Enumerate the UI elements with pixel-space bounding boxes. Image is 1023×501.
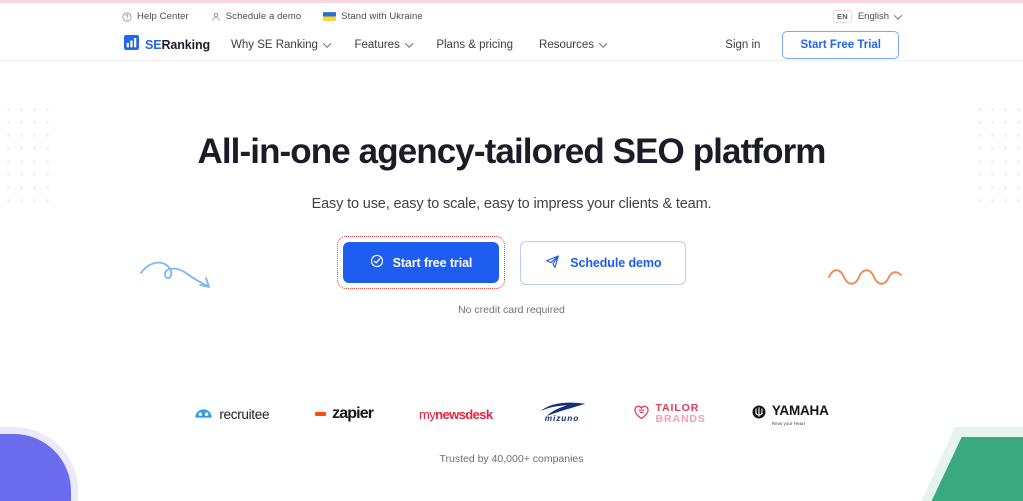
no-credit-card-note: No credit card required <box>458 304 565 316</box>
yamaha-tagline: Revs your Heart <box>771 421 806 427</box>
chevron-down-icon <box>405 39 413 48</box>
bar-chart-icon <box>124 35 139 55</box>
language-label: English <box>857 11 889 22</box>
nav-item-why-se-ranking[interactable]: Why SE Ranking <box>231 39 331 51</box>
utility-link-label: Schedule a demo <box>225 11 302 22</box>
mynewsdesk-text-newsdesk: newsdesk <box>435 406 493 422</box>
person-icon <box>211 12 221 22</box>
utility-link-stand-with-ukraine[interactable]: Stand with Ukraine <box>323 11 423 22</box>
svg-text:mizuno: mizuno <box>544 414 578 423</box>
ukraine-flag-icon <box>323 12 337 21</box>
primary-cta-label: Start free trial <box>392 255 473 270</box>
client-logo-yamaha: YAMAHA Revs your Heart <box>752 401 829 427</box>
language-selector[interactable]: EN English <box>833 10 903 23</box>
primary-cta-focus-ring: Start free trial <box>336 236 506 289</box>
nav-item-label: Plans & pricing <box>436 39 514 51</box>
hero-section: All-in-one agency-tailored SEO platform … <box>0 61 1023 501</box>
decorative-corner-bottom-left <box>0 427 78 501</box>
logo-text-se: SE <box>145 38 162 52</box>
mynewsdesk-wordmark: mynewsdesk <box>419 406 493 422</box>
hero-title: All-in-one agency-tailored SEO platform <box>197 132 826 171</box>
nav-item-label: Features <box>354 39 400 51</box>
hero-cta-row: Start free trial Schedule demo <box>0 236 1023 289</box>
secondary-cta-label: Schedule demo <box>570 255 662 270</box>
utility-links: Help Center Schedule a demo Stand with U… <box>122 11 423 22</box>
recruitee-arch-icon <box>194 405 213 424</box>
zapier-wordmark: zapier <box>332 405 374 422</box>
nav-item-plans-pricing[interactable]: Plans & pricing <box>436 39 513 51</box>
logo-text-ranking: Ranking <box>161 38 211 52</box>
chevron-down-icon <box>893 10 903 20</box>
utility-bar: Help Center Schedule a demo Stand with U… <box>0 3 1023 30</box>
nav-item-resources[interactable]: Resources <box>539 39 608 51</box>
trusted-by-text: Trusted by 40,000+ companies <box>439 453 584 465</box>
nav-actions: Sign in Start Free Trial <box>725 31 899 59</box>
utility-link-label: Stand with Ukraine <box>341 11 423 22</box>
schedule-demo-cta-button[interactable]: Schedule demo <box>520 240 687 285</box>
client-logo-strip: recruitee zapier mynewsdesk mizuno TAILO… <box>0 401 1023 427</box>
nav-item-features[interactable]: Features <box>354 39 413 51</box>
client-logo-tailor-brands: TAILOR BRANDS <box>633 401 706 427</box>
nav-item-label: Why SE Ranking <box>231 39 318 51</box>
zapier-dash-icon <box>315 412 327 416</box>
mizuno-bird-wordmark-icon: mizuno <box>539 400 587 429</box>
yamaha-wordmark: YAMAHA <box>771 402 829 418</box>
main-navigation-bar: SERanking Why SE Ranking Features Plans … <box>0 30 1023 61</box>
chevron-down-icon <box>323 39 331 48</box>
nav-links: Why SE Ranking Features Plans & pricing … <box>231 39 608 51</box>
hero-subtitle: Easy to use, easy to scale, easy to impr… <box>311 196 712 212</box>
tailor-brands-heart-icon <box>633 404 650 425</box>
utility-link-schedule-demo[interactable]: Schedule a demo <box>211 11 301 22</box>
logo-se-ranking[interactable]: SERanking <box>124 35 210 55</box>
yamaha-tuning-fork-icon <box>752 405 766 424</box>
tailor-brands-line2: BRANDS <box>655 413 706 425</box>
help-circle-icon <box>122 12 132 22</box>
nav-item-label: Resources <box>539 39 595 51</box>
recruitee-wordmark: recruitee <box>219 406 270 422</box>
logo-wordmark: SERanking <box>145 38 210 52</box>
paper-plane-icon <box>545 254 560 272</box>
language-code-badge: EN <box>833 10 852 23</box>
utility-link-help-center[interactable]: Help Center <box>122 11 189 22</box>
tailor-brands-wordmark: TAILOR BRANDS <box>656 403 706 424</box>
check-circle-icon <box>370 254 384 271</box>
client-logo-zapier: zapier <box>315 401 374 427</box>
client-logo-mizuno: mizuno <box>539 401 587 427</box>
utility-link-label: Help Center <box>137 11 189 22</box>
start-free-trial-cta-button[interactable]: Start free trial <box>342 242 500 283</box>
chevron-down-icon <box>599 39 608 48</box>
client-logo-recruitee: recruitee <box>194 401 269 427</box>
client-logo-mynewsdesk: mynewsdesk <box>419 401 493 427</box>
start-free-trial-button[interactable]: Start Free Trial <box>782 31 899 59</box>
mynewsdesk-text-my: my <box>419 406 436 422</box>
sign-in-link[interactable]: Sign in <box>725 39 760 51</box>
yamaha-wordmark-block: YAMAHA Revs your Heart <box>772 402 829 427</box>
